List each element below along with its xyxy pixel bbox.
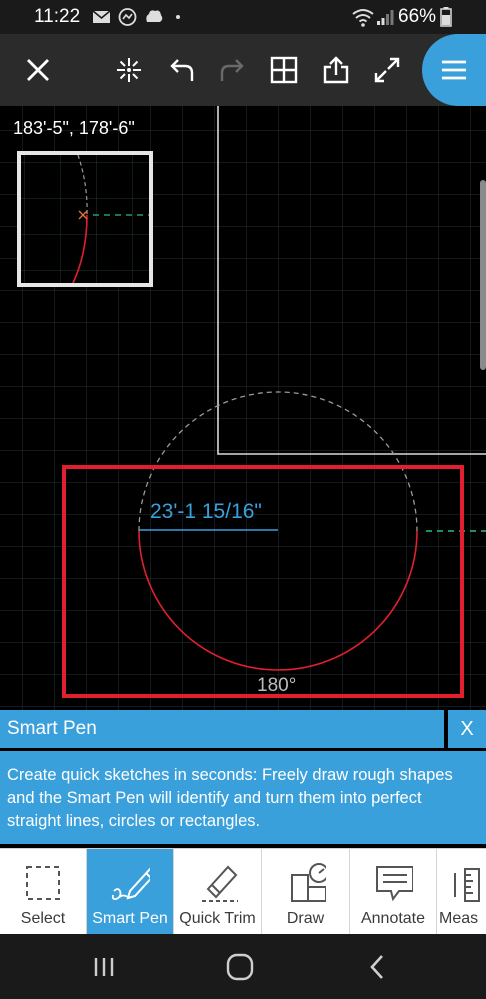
undo-button[interactable] <box>155 34 207 106</box>
recent-apps-icon <box>94 958 114 976</box>
tool-label: Select <box>20 910 66 927</box>
panel-description: Create quick sketches in seconds: Freely… <box>0 751 486 844</box>
menu-button[interactable] <box>422 34 486 106</box>
tool-draw[interactable]: Draw <box>262 849 350 935</box>
canvas-scroll-handle[interactable] <box>480 180 486 370</box>
fullscreen-icon <box>374 57 400 83</box>
redo-button[interactable] <box>207 34 259 106</box>
grid-icon <box>270 56 298 84</box>
messenger-icon <box>118 8 137 26</box>
panel-close-button[interactable]: X <box>448 710 486 748</box>
smart-pen-icon <box>111 867 150 901</box>
smart-pen-panel-header: Smart Pen <box>0 710 444 748</box>
tool-annotate[interactable]: Annotate <box>350 849 437 935</box>
grid-button[interactable] <box>258 34 310 106</box>
magnifier-drawing <box>21 155 149 283</box>
radius-dimension: 23'-1 15/16" <box>150 500 262 523</box>
system-nav-bar <box>0 934 486 999</box>
cursor-coordinates: 183'-5", 178'-6" <box>13 118 135 138</box>
app-notification-icon <box>146 10 163 22</box>
share-icon <box>323 56 349 84</box>
home-button[interactable] <box>210 948 270 986</box>
back-button[interactable] <box>347 948 407 986</box>
tool-label: Annotate <box>360 910 426 927</box>
panel-title: Smart Pen <box>7 718 97 739</box>
top-toolbar <box>0 34 486 106</box>
tool-label: Quick Trim <box>179 910 256 927</box>
redo-icon <box>220 59 244 81</box>
draw-icon <box>290 863 326 902</box>
angle-label: 180° <box>257 675 297 696</box>
tool-measure[interactable]: Meas <box>437 849 486 935</box>
mail-icon <box>92 10 111 23</box>
undo-icon <box>170 59 194 81</box>
select-icon <box>26 866 60 900</box>
tool-quick-trim[interactable]: Quick Trim <box>174 849 262 935</box>
magnifier-view <box>17 151 153 287</box>
tool-smart-pen[interactable]: Smart Pen <box>87 849 174 935</box>
close-button[interactable] <box>12 34 64 106</box>
recent-apps-button[interactable] <box>74 948 134 986</box>
tool-select[interactable]: Select <box>0 849 87 935</box>
annotate-icon <box>376 866 413 902</box>
status-bar: 11:22 66% <box>0 0 486 34</box>
snap-button[interactable] <box>103 34 155 106</box>
snap-icon <box>117 58 141 82</box>
close-icon <box>27 59 49 81</box>
fullscreen-button[interactable] <box>361 34 413 106</box>
tool-label: Meas <box>439 910 479 927</box>
more-notifications-dot <box>176 15 180 19</box>
bottom-toolbar: Select Smart Pen Quick Trim Draw Annotat… <box>0 848 486 935</box>
tool-label: Smart Pen <box>92 910 168 927</box>
sketch-highlight-frame <box>62 465 464 698</box>
battery-percent: 66% <box>398 6 437 27</box>
signal-icon <box>377 10 394 25</box>
battery-icon <box>440 7 452 27</box>
wifi-icon <box>352 9 374 27</box>
share-button[interactable] <box>310 34 362 106</box>
back-icon <box>370 955 383 979</box>
menu-icon <box>442 60 466 80</box>
clock: 11:22 <box>34 6 81 27</box>
home-icon <box>226 953 254 981</box>
measure-icon <box>454 868 480 902</box>
quick-trim-icon <box>201 865 238 902</box>
tool-label: Draw <box>286 910 325 927</box>
